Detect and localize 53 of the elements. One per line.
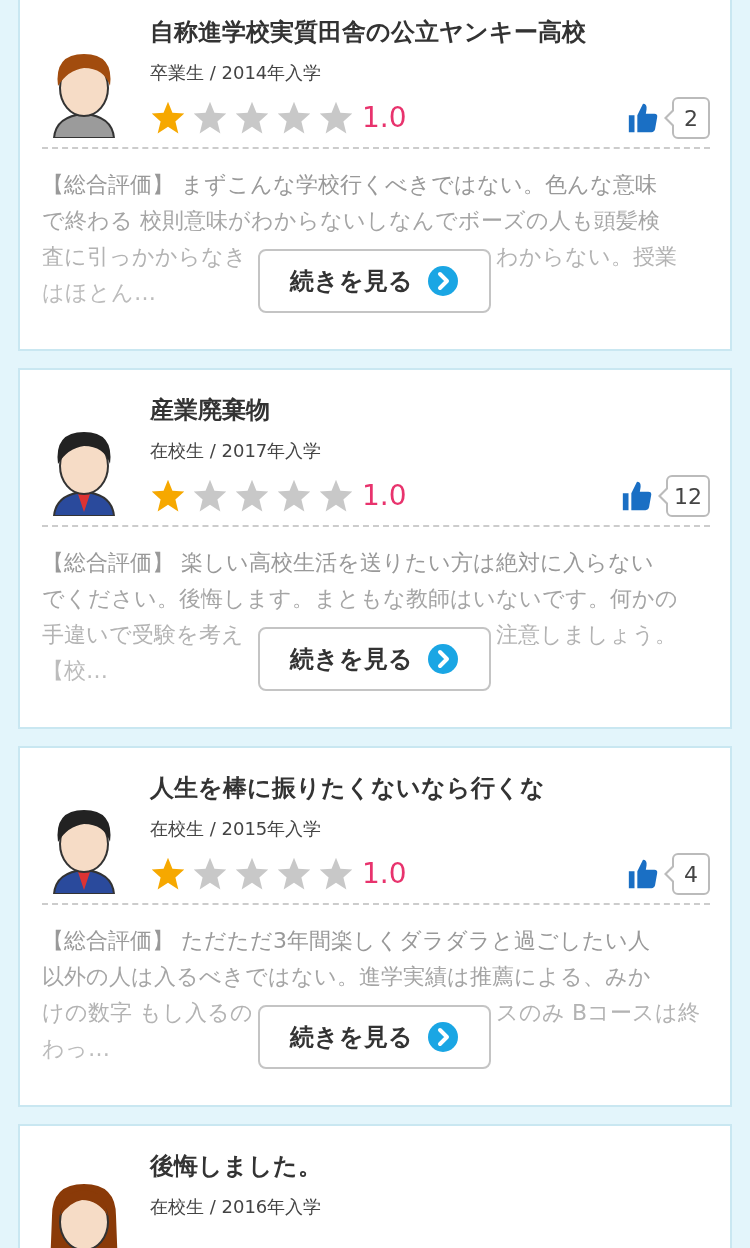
review-excerpt-line: スのみ Bコースは終 (496, 999, 702, 1027)
reviewer-info: 在校生 / 2015年入学 (150, 817, 323, 841)
arrow-circle-icon (427, 643, 459, 675)
arrow-circle-icon (427, 1021, 459, 1053)
review-excerpt-line: 注意しましょう。 (496, 621, 678, 649)
empty-star-icon (192, 857, 228, 891)
empty-star-icon (318, 479, 354, 513)
empty-star-icon (276, 101, 312, 135)
like-count: 4 (664, 853, 710, 895)
empty-star-icon (318, 857, 354, 891)
read-more-button[interactable]: 続きを見る (258, 1005, 491, 1069)
review-excerpt-line: でください。後悔します。まともな教師はいないです。何かの (42, 585, 678, 613)
thumbs-up-icon[interactable] (620, 479, 654, 513)
empty-star-icon (234, 857, 270, 891)
thumbs-up-icon[interactable] (626, 101, 660, 135)
reviewer-info: 在校生 / 2017年入学 (150, 439, 323, 463)
empty-star-icon (234, 479, 270, 513)
reviewer-info: 卒業生 / 2014年入学 (150, 61, 323, 85)
review-excerpt-line: で終わる 校則意味がわからないしなんでボーズの人も頭髪検 (42, 207, 660, 235)
review-excerpt-line: わからない。授業 (496, 243, 678, 271)
review-excerpt-line: 以外の人は入るべきではない。進学実績は推薦による、みか (42, 963, 651, 991)
read-more-button[interactable]: 続きを見る (258, 627, 491, 691)
review-excerpt-line: 【校… (42, 657, 108, 685)
review-excerpt-line: 【総合評価】 ただただ3年間楽しくダラダラと過ごしたい人 (42, 927, 650, 955)
empty-star-icon (234, 101, 270, 135)
thumbs-up-icon[interactable] (626, 857, 660, 891)
empty-star-icon (276, 479, 312, 513)
empty-star-icon (276, 857, 312, 891)
rating-value: 1.0 (362, 100, 407, 136)
like-count: 12 (658, 475, 710, 517)
review-excerpt-line: わっ… (42, 1035, 110, 1063)
review-title: 人生を棒に振りたくないなら行くな (150, 773, 546, 804)
review-excerpt-line: はほとん… (42, 279, 156, 307)
review-excerpt-line: 【総合評価】 まずこんな学校行くべきではない。色んな意味 (42, 171, 657, 199)
empty-star-icon (192, 479, 228, 513)
like-count: 2 (664, 97, 710, 139)
read-more-button[interactable]: 続きを見る (258, 249, 491, 313)
review-excerpt-line: 査に引っかからなき (42, 243, 248, 271)
rating-value: 1.0 (362, 856, 407, 892)
review-title: 後悔しました。 (150, 1151, 323, 1182)
review-excerpt-line: 手違いで受験を考え (42, 621, 245, 649)
empty-star-icon (318, 101, 354, 135)
filled-star-icon (150, 857, 186, 891)
rating-value: 1.0 (362, 478, 407, 514)
review-title: 自称進学校実質田舎の公立ヤンキー高校 (150, 17, 587, 48)
filled-star-icon (150, 479, 186, 513)
review-excerpt-line: けの数字 もし入るの (42, 999, 254, 1027)
empty-star-icon (192, 101, 228, 135)
filled-star-icon (150, 101, 186, 135)
review-excerpt-line: 【総合評価】 楽しい高校生活を送りたい方は絶対に入らない (42, 549, 654, 577)
review-title: 産業廃棄物 (150, 395, 271, 426)
arrow-circle-icon (427, 265, 459, 297)
reviewer-info: 在校生 / 2016年入学 (150, 1195, 323, 1219)
